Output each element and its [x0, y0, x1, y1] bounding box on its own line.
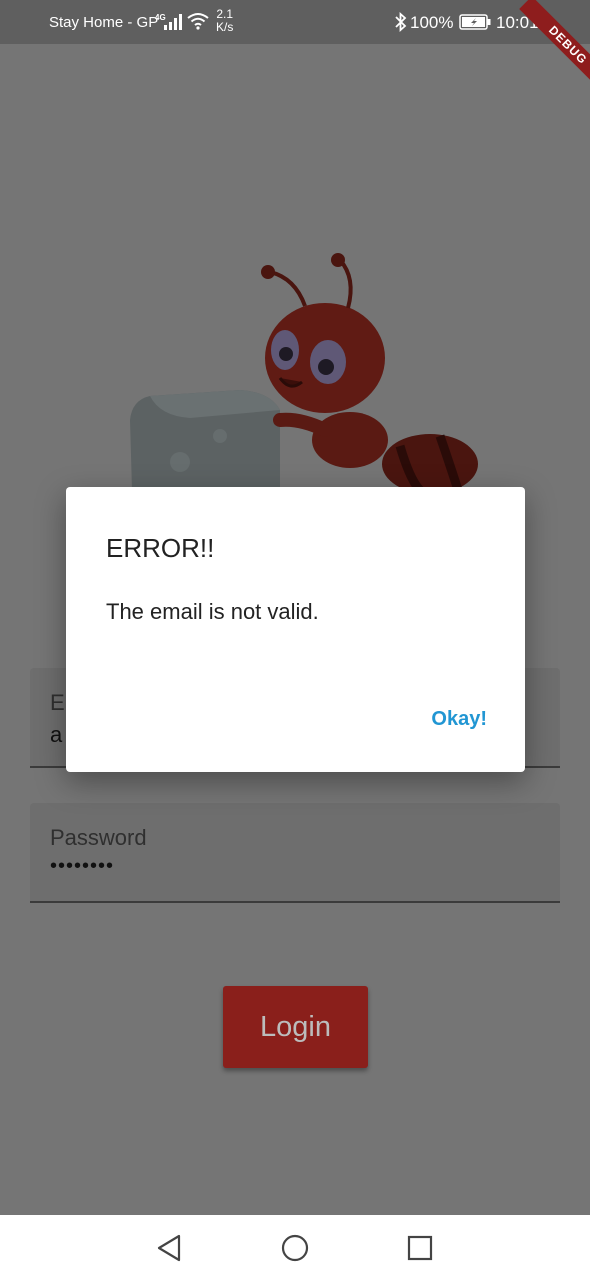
- recents-icon[interactable]: [407, 1235, 433, 1261]
- wifi-icon: [187, 13, 209, 30]
- battery-icon: [459, 14, 491, 30]
- password-field[interactable]: Password ••••••••: [30, 803, 560, 903]
- carrier-name: Stay Home - GP: [49, 14, 159, 31]
- back-icon[interactable]: [156, 1234, 182, 1262]
- password-label: Password: [50, 825, 147, 850]
- network-speed: 2.1 K/s: [216, 8, 233, 34]
- home-icon[interactable]: [281, 1234, 309, 1262]
- login-button[interactable]: Login: [223, 986, 368, 1068]
- okay-button[interactable]: Okay!: [431, 708, 487, 731]
- email-input-value[interactable]: a: [50, 722, 62, 748]
- signal-icon: [164, 14, 182, 30]
- battery-percent: 100%: [410, 13, 454, 32]
- speed-unit: K/s: [216, 20, 234, 34]
- password-input-value[interactable]: ••••••••: [50, 855, 114, 878]
- status-bar: Stay Home - GP 4G 2.1 K/s 100% 10:01: [0, 0, 590, 44]
- dialog-title: ERROR!!: [106, 533, 215, 563]
- bluetooth-icon: [395, 12, 407, 32]
- dialog-message: The email is not valid.: [106, 599, 319, 624]
- error-dialog: ERROR!! The email is not valid. Okay!: [66, 487, 525, 772]
- navigation-bar: [0, 1215, 590, 1280]
- ant-mascot-illustration: [130, 253, 478, 490]
